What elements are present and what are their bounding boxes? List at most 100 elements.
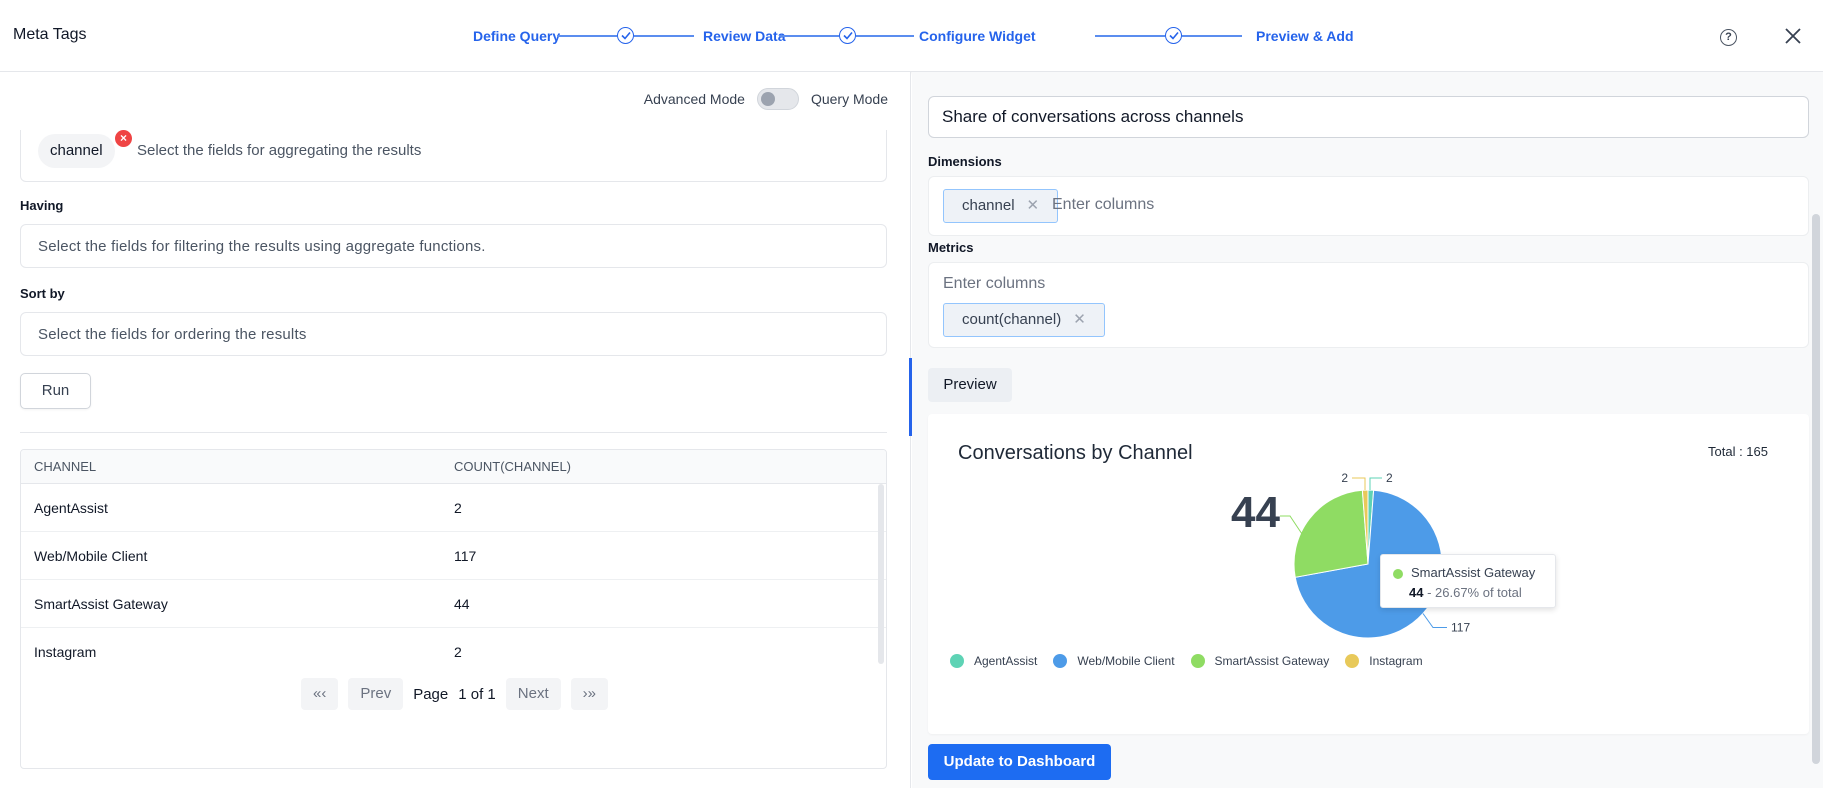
step-connector	[1182, 35, 1242, 37]
leader-line	[1369, 477, 1382, 490]
page-label: Page	[413, 685, 449, 703]
table-cell: 117	[454, 547, 477, 564]
legend-item[interactable]: Web/Mobile Client	[1053, 654, 1175, 668]
table-cell: SmartAssist Gateway	[34, 595, 168, 612]
close-icon[interactable]	[1783, 26, 1803, 46]
sort-by-label: Sort by	[20, 286, 65, 301]
table-cell: 44	[454, 595, 470, 612]
legend-label: AgentAssist	[974, 654, 1038, 668]
prev-page-button[interactable]: Prev	[348, 678, 404, 710]
chart-card: Conversations by Channel Total : 165 221…	[928, 414, 1809, 734]
having-input[interactable]: Select the fields for filtering the resu…	[20, 224, 887, 268]
table-cell: Web/Mobile Client	[34, 547, 148, 564]
column-header: CHANNEL	[34, 459, 97, 474]
table-row: Instagram 2	[21, 628, 886, 676]
dimensions-label: Dimensions	[928, 154, 1002, 169]
table-cell: 2	[454, 499, 462, 516]
sort-by-input[interactable]: Select the fields for ordering the resul…	[20, 312, 887, 356]
slice-label: 117	[1451, 621, 1470, 635]
table-scrollbar[interactable]	[878, 484, 884, 664]
legend-color-dot	[1190, 654, 1205, 668]
chart-tooltip: SmartAssist Gateway 44 - 26.67% of total	[1380, 554, 1556, 608]
tooltip-name: SmartAssist Gateway	[1411, 565, 1536, 580]
leader-line	[1280, 515, 1303, 535]
slice-label: 2	[1341, 471, 1348, 485]
legend-color-dot	[1053, 654, 1068, 668]
divider	[20, 432, 887, 433]
sort-by-placeholder: Select the fields for ordering the resul…	[38, 326, 307, 343]
remove-chip-icon[interactable]: ×	[115, 130, 132, 147]
next-page-button[interactable]: Next	[505, 678, 561, 710]
step-configure-widget[interactable]: Configure Widget	[919, 28, 1036, 44]
tooltip-value-detail: - 26.67% of total	[1423, 585, 1522, 600]
step-connector	[1095, 35, 1165, 37]
chart-legend: AgentAssist Web/Mobile Client SmartAssist …	[950, 654, 1429, 668]
wizard-header: Meta Tags Define Query Review Data Confi…	[0, 0, 1823, 72]
step-preview-add[interactable]: Preview & Add	[1256, 28, 1354, 44]
legend-item[interactable]: SmartAssist Gateway	[1190, 654, 1330, 668]
metric-tag: count(channel) ✕	[943, 303, 1105, 337]
tab-preview[interactable]: Preview	[928, 368, 1012, 402]
column-header: COUNT(CHANNEL)	[454, 459, 571, 474]
dimensions-field[interactable]: channel ✕ Enter columns	[928, 176, 1809, 236]
dimension-tag-label: channel	[962, 197, 1015, 214]
last-page-button[interactable]: ›»	[570, 678, 608, 710]
slice-label: 2	[1386, 471, 1393, 485]
tooltip-color-dot	[1393, 569, 1403, 579]
legend-color-dot	[1345, 654, 1360, 668]
legend-item[interactable]: Instagram	[1345, 654, 1423, 668]
legend-label: Web/Mobile Client	[1077, 654, 1175, 668]
step-define-query[interactable]: Define Query	[473, 28, 560, 44]
dimensions-placeholder: Enter columns	[1052, 196, 1155, 213]
table-cell: Instagram	[34, 644, 97, 660]
widget-title-input[interactable]: Share of conversations across channels	[928, 96, 1809, 138]
run-button[interactable]: Run	[20, 373, 91, 409]
remove-tag-icon[interactable]: ✕	[1027, 197, 1040, 214]
step-connector	[634, 35, 694, 37]
remove-tag-icon[interactable]: ✕	[1073, 311, 1086, 328]
pagination: «‹ Prev Page 1 of 1 Next ›»	[21, 678, 886, 710]
first-page-button[interactable]: «‹	[301, 678, 339, 710]
help-icon[interactable]: ?	[1720, 29, 1737, 46]
group-by-placeholder: Select the fields for aggregating the re…	[137, 142, 422, 159]
step-connector	[557, 35, 617, 37]
check-circle-icon	[617, 27, 634, 44]
step-connector	[856, 35, 914, 37]
mode-switch: Advanced Mode Query Mode	[644, 88, 888, 110]
metrics-label: Metrics	[928, 240, 974, 255]
page-value: 1 of 1	[458, 685, 496, 703]
table-row: SmartAssist Gateway 44	[21, 580, 886, 628]
table-cell: 2	[454, 644, 462, 660]
slice-label: 44	[1231, 488, 1280, 537]
having-placeholder: Select the fields for filtering the resu…	[38, 238, 486, 255]
metrics-placeholder: Enter columns	[943, 275, 1046, 292]
having-label: Having	[20, 198, 64, 213]
tooltip-value: 44 - 26.67% of total	[1409, 585, 1522, 600]
metrics-field[interactable]: Enter columns count(channel) ✕	[928, 262, 1809, 348]
query-panel: Advanced Mode Query Mode channel × Selec…	[0, 72, 910, 788]
tooltip-value-number: 44	[1409, 585, 1424, 600]
panel-scrollbar[interactable]	[1812, 214, 1820, 764]
table-row: AgentAssist 2	[21, 484, 886, 532]
page-title: Meta Tags	[13, 26, 87, 43]
legend-color-dot	[950, 654, 964, 668]
results-table: CHANNEL COUNT(CHANNEL) AgentAssist 2 Web…	[20, 449, 887, 769]
group-by-field[interactable]: channel × Select the fields for aggregat…	[20, 130, 887, 182]
check-circle-icon	[1165, 27, 1182, 44]
update-dashboard-button[interactable]: Update to Dashboard	[928, 744, 1111, 780]
group-by-chip: channel	[38, 134, 115, 168]
widget-config-panel: Share of conversations across channels D…	[912, 72, 1823, 788]
step-connector	[779, 35, 839, 37]
table-header: CHANNEL COUNT(CHANNEL)	[21, 450, 886, 484]
legend-item[interactable]: AgentAssist	[950, 654, 1037, 668]
legend-label: Instagram	[1369, 654, 1423, 668]
metric-tag-label: count(channel)	[962, 311, 1062, 328]
table-cell: AgentAssist	[34, 499, 108, 516]
legend-label: SmartAssist Gateway	[1214, 654, 1330, 668]
table-row: Web/Mobile Client 117	[21, 532, 886, 580]
pie-slice[interactable]	[1293, 489, 1369, 578]
mode-toggle[interactable]	[756, 88, 799, 110]
wizard-stepper: Define Query Review Data Configure Widge…	[473, 24, 1373, 48]
step-review-data[interactable]: Review Data	[703, 28, 785, 44]
query-mode-label: Query Mode	[810, 91, 888, 107]
